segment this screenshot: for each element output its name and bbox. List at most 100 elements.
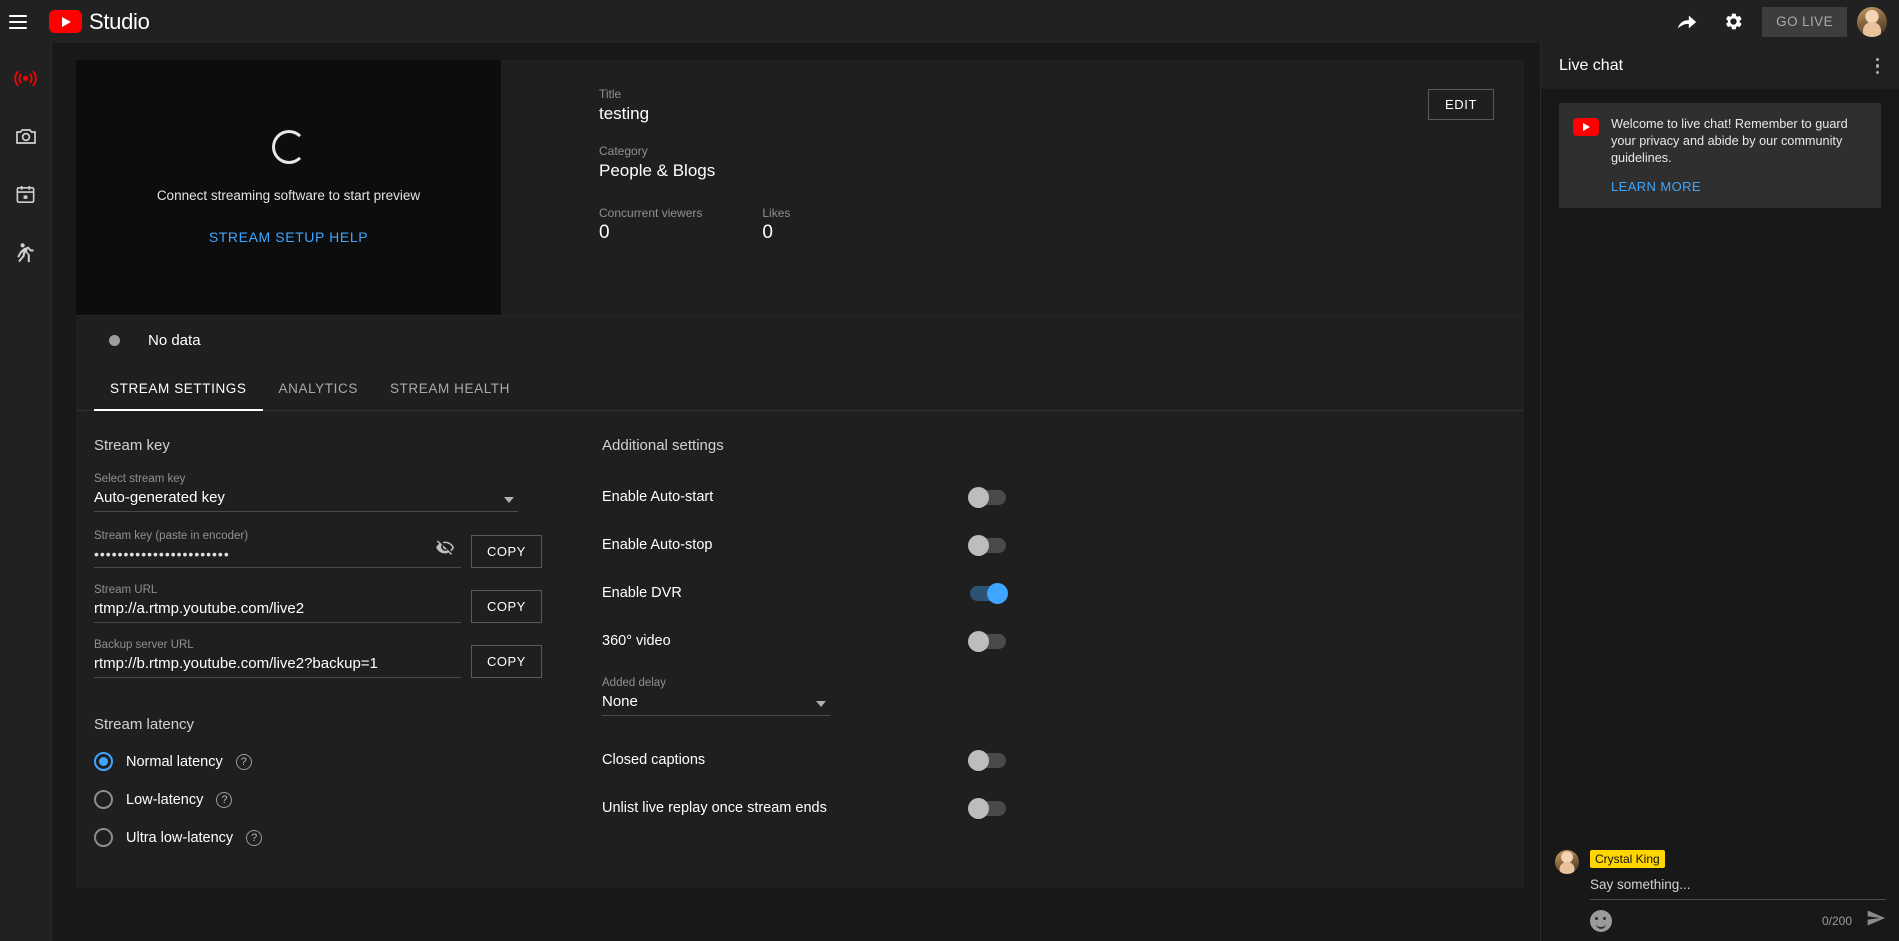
stream-key-label: Stream key (paste in encoder) bbox=[94, 530, 249, 542]
radio-ultra-low-latency-label: Ultra low-latency bbox=[126, 829, 234, 846]
category-label: Category bbox=[599, 144, 648, 158]
left-rail bbox=[0, 43, 52, 941]
radio-normal-latency-indicator bbox=[94, 752, 113, 771]
title-value: testing bbox=[599, 104, 650, 123]
radio-normal-latency-label: Normal latency bbox=[126, 753, 223, 770]
hamburger-icon[interactable] bbox=[9, 14, 27, 29]
likes-value: 0 bbox=[762, 222, 773, 243]
sidebar-item-archive[interactable] bbox=[9, 235, 43, 269]
radio-ultra-low-latency-indicator bbox=[94, 828, 113, 847]
closed-captions-label: Closed captions bbox=[602, 752, 706, 768]
chat-message-input[interactable]: Say something... bbox=[1590, 877, 1886, 900]
copy-backup-url-button[interactable]: COPY bbox=[471, 645, 542, 678]
help-icon[interactable]: ? bbox=[246, 829, 263, 846]
preview-message: Connect streaming software to start prev… bbox=[156, 188, 421, 203]
youtube-studio-logo[interactable]: Studio bbox=[49, 9, 150, 35]
video-360-toggle[interactable] bbox=[968, 630, 1006, 652]
likes-stat: Likes 0 bbox=[762, 206, 790, 244]
tab-stream-health[interactable]: STREAM HEALTH bbox=[374, 364, 526, 410]
setting-auto-stop: Enable Auto-stop bbox=[602, 521, 1524, 569]
radio-low-latency-indicator bbox=[94, 790, 113, 809]
select-stream-key-value: Auto-generated key bbox=[94, 489, 225, 506]
stream-key-field: Stream key (paste in encoder) ••••••••••… bbox=[94, 530, 556, 568]
closed-captions-toggle[interactable] bbox=[968, 749, 1006, 771]
youtube-play-icon bbox=[1573, 118, 1599, 136]
stream-key-column: Stream key Select stream key Auto-genera… bbox=[76, 437, 556, 866]
auto-start-toggle[interactable] bbox=[968, 486, 1006, 508]
select-stream-key-field[interactable]: Select stream key Auto-generated key bbox=[94, 473, 556, 512]
viewers-value: 0 bbox=[599, 222, 610, 243]
tab-analytics[interactable]: ANALYTICS bbox=[263, 364, 374, 410]
avatar[interactable] bbox=[1857, 6, 1887, 37]
eye-off-icon[interactable] bbox=[436, 538, 455, 562]
latency-section-title: Stream latency bbox=[94, 716, 195, 733]
unlist-replay-toggle[interactable] bbox=[968, 797, 1006, 819]
tab-bar: STREAM SETTINGS ANALYTICS STREAM HEALTH bbox=[76, 364, 1524, 411]
loading-spinner-icon bbox=[271, 130, 306, 164]
chat-more-options-icon[interactable] bbox=[1868, 50, 1888, 83]
stream-url-field: Stream URL rtmp://a.rtmp.youtube.com/liv… bbox=[94, 584, 556, 623]
send-icon[interactable] bbox=[1866, 908, 1886, 933]
top-bar: Studio GO LIVE bbox=[0, 0, 1899, 43]
share-arrow-icon[interactable] bbox=[1664, 0, 1710, 43]
title-label: Title bbox=[599, 87, 622, 101]
stream-setup-help-link[interactable]: STREAM SETUP HELP bbox=[209, 229, 368, 245]
main-content: Connect streaming software to start prev… bbox=[52, 43, 1540, 941]
video-360-label: 360° video bbox=[602, 633, 671, 649]
copy-stream-key-button[interactable]: COPY bbox=[471, 535, 542, 568]
status-dot-icon bbox=[109, 334, 120, 346]
setting-360-video: 360° video bbox=[602, 617, 1524, 665]
auto-stop-toggle[interactable] bbox=[968, 534, 1006, 556]
viewers-stat: Concurrent viewers 0 bbox=[599, 206, 702, 244]
help-icon[interactable]: ? bbox=[216, 791, 233, 808]
title-field: Title testing bbox=[599, 87, 1524, 124]
backup-url-label: Backup server URL bbox=[94, 639, 194, 651]
sidebar-item-stream[interactable] bbox=[9, 61, 43, 95]
additional-settings-column: Additional settings Enable Auto-start En… bbox=[556, 437, 1524, 866]
tab-stream-settings[interactable]: STREAM SETTINGS bbox=[94, 364, 263, 411]
radio-low-latency-label: Low-latency bbox=[126, 791, 204, 808]
chat-char-counter: 0/200 bbox=[1821, 913, 1852, 928]
unlist-replay-label: Unlist live replay once stream ends bbox=[602, 800, 827, 816]
settings-panel: STREAM SETTINGS ANALYTICS STREAM HEALTH … bbox=[76, 364, 1524, 888]
help-icon[interactable]: ? bbox=[235, 753, 252, 770]
emoji-icon[interactable] bbox=[1590, 909, 1612, 932]
added-delay-field[interactable]: Added delay None bbox=[602, 677, 830, 716]
chat-welcome-notice: Welcome to live chat! Remember to guard … bbox=[1559, 103, 1881, 208]
youtube-play-icon bbox=[49, 10, 82, 33]
go-live-button[interactable]: GO LIVE bbox=[1762, 6, 1847, 37]
gear-icon[interactable] bbox=[1710, 0, 1756, 43]
chat-header: Live chat bbox=[1541, 43, 1899, 89]
backup-url-field: Backup server URL rtmp://b.rtmp.youtube.… bbox=[94, 639, 556, 678]
chevron-down-icon[interactable] bbox=[504, 497, 514, 503]
sidebar-item-webcam[interactable] bbox=[9, 119, 43, 153]
stream-preview: Connect streaming software to start prev… bbox=[76, 60, 501, 315]
chat-user-avatar bbox=[1555, 850, 1579, 874]
dvr-toggle[interactable] bbox=[970, 582, 1008, 604]
stream-key-section-title: Stream key bbox=[94, 437, 170, 454]
stream-url-label: Stream URL bbox=[94, 584, 158, 596]
backup-url-value: rtmp://b.rtmp.youtube.com/live2?backup=1 bbox=[94, 655, 378, 672]
stream-key-value: ••••••••••••••••••••••• bbox=[94, 546, 230, 562]
chevron-down-icon[interactable] bbox=[816, 701, 826, 707]
setting-auto-start: Enable Auto-start bbox=[602, 473, 1524, 521]
copy-stream-url-button[interactable]: COPY bbox=[471, 590, 542, 623]
stream-url-value: rtmp://a.rtmp.youtube.com/live2 bbox=[94, 600, 305, 617]
auto-start-label: Enable Auto-start bbox=[602, 489, 714, 505]
edit-button[interactable]: EDIT bbox=[1427, 89, 1494, 120]
likes-label: Likes bbox=[762, 206, 791, 220]
radio-ultra-low-latency[interactable]: Ultra low-latency ? bbox=[94, 828, 556, 847]
sidebar-item-manage[interactable] bbox=[9, 177, 43, 211]
radio-normal-latency[interactable]: Normal latency ? bbox=[94, 752, 556, 771]
setting-unlist-replay: Unlist live replay once stream ends bbox=[602, 784, 1524, 832]
radio-low-latency[interactable]: Low-latency ? bbox=[94, 790, 556, 809]
learn-more-link[interactable]: LEARN MORE bbox=[1611, 179, 1867, 194]
stats-row: Concurrent viewers 0 Likes 0 bbox=[599, 206, 1524, 244]
added-delay-value: None bbox=[602, 693, 638, 710]
chat-notice-text: Welcome to live chat! Remember to guard … bbox=[1611, 117, 1848, 165]
auto-stop-label: Enable Auto-stop bbox=[602, 537, 713, 553]
dvr-label: Enable DVR bbox=[602, 585, 682, 601]
setting-dvr: Enable DVR bbox=[602, 569, 1524, 617]
chat-title: Live chat bbox=[1559, 57, 1624, 74]
additional-settings-title: Additional settings bbox=[602, 437, 724, 454]
